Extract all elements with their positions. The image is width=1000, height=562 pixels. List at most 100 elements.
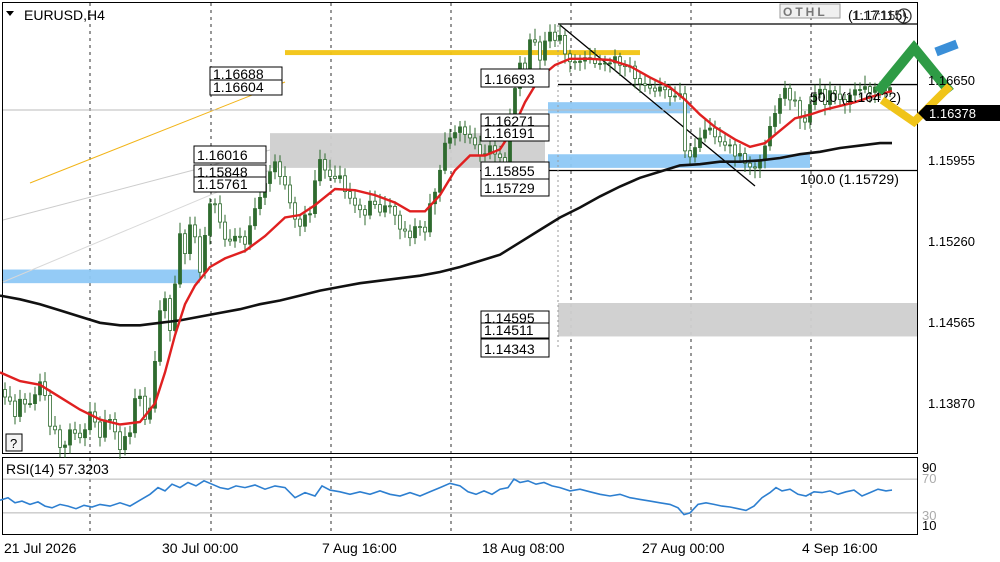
candle-body	[353, 197, 357, 206]
candle-body	[673, 95, 677, 98]
y-tick-label: 1.16650	[928, 73, 975, 88]
chart-symbol-title: EURUSD,H4	[24, 7, 105, 23]
candle-body	[418, 226, 422, 229]
candle-body	[373, 200, 377, 205]
candle-body	[558, 35, 562, 41]
candle-body	[773, 113, 777, 127]
candle-body	[173, 283, 177, 331]
price-box-group-center-low: 1.15855 1.15729	[480, 161, 550, 197]
candle-body	[348, 191, 352, 199]
y-tick-label: 1.15955	[928, 153, 975, 168]
candle-body	[208, 203, 212, 236]
candle-body	[498, 153, 502, 158]
candle-body	[138, 395, 142, 400]
rsi-tick-label: 10	[922, 518, 936, 533]
candle-body	[728, 144, 732, 147]
candle-body	[753, 166, 757, 169]
ma-fast-line	[0, 57, 893, 426]
rsi-axis: 90 70 30 10	[922, 460, 936, 533]
candle-body	[308, 213, 312, 216]
candle-body	[128, 432, 132, 437]
candle-body	[258, 196, 262, 209]
current-price-value: 1.16378	[929, 106, 976, 121]
candle-body	[218, 203, 222, 223]
candle-body	[723, 141, 727, 146]
candle-body	[798, 100, 802, 119]
candle-body	[408, 230, 412, 239]
candle-body	[443, 142, 447, 171]
candle-body	[463, 126, 467, 135]
candle-body	[318, 159, 322, 182]
candle-body	[243, 236, 247, 245]
candle-body	[333, 175, 337, 179]
price-box: 1.14343	[484, 341, 535, 357]
candle-body	[778, 98, 782, 114]
candle-body	[748, 162, 752, 168]
candle-body	[378, 204, 382, 213]
candle-body	[133, 398, 137, 434]
candle-body	[688, 150, 692, 158]
candle-body	[83, 429, 87, 439]
candle-body	[718, 136, 722, 143]
candle-body	[283, 175, 287, 186]
rsi-label: RSI(14) 57.3203	[6, 461, 109, 477]
y-tick-label: 1.15260	[928, 234, 975, 249]
candle-body	[738, 153, 742, 157]
x-tick-label: 18 Aug 08:00	[482, 540, 565, 556]
price-box-group-center-bottom: 1.14595 1.14511 1.14343	[480, 310, 550, 358]
rsi-series	[0, 478, 893, 516]
candle-body	[643, 83, 647, 86]
candles	[3, 24, 892, 459]
candle-body	[233, 235, 237, 242]
time-axis: 21 Jul 2026 30 Jul 00:00 7 Aug 16:00 18 …	[4, 540, 878, 556]
candle-body	[3, 389, 7, 398]
candle-body	[693, 147, 697, 158]
moving-averages	[0, 57, 893, 426]
candle-body	[178, 233, 182, 285]
price-box: 1.15729	[484, 180, 535, 196]
candle-body	[123, 436, 127, 451]
price-box-group-left-mid: 1.16016 1.15848 1.15761	[193, 145, 267, 193]
current-price-tag: 1.16378	[918, 105, 1000, 121]
candle-body	[788, 87, 792, 101]
collapse-arrow-icon[interactable]	[6, 11, 14, 16]
candle-body	[183, 233, 187, 254]
candle-body	[578, 60, 582, 63]
candle-body	[468, 133, 472, 139]
x-tick-label: 27 Aug 00:00	[642, 540, 725, 556]
price-zone	[285, 50, 640, 56]
candle-body	[118, 431, 122, 450]
candle-body	[18, 398, 22, 417]
candle-body	[478, 144, 482, 157]
candle-body	[703, 129, 707, 139]
candle-body	[563, 35, 567, 55]
candle-body	[103, 419, 107, 438]
candle-body	[398, 214, 402, 230]
y-tick-label: 1.13870	[928, 396, 975, 411]
candle-body	[793, 99, 797, 102]
candle-body	[193, 224, 197, 238]
candle-body	[188, 224, 192, 254]
one-click-panel[interactable]: OTHL	[779, 3, 841, 19]
candle-body	[58, 429, 62, 448]
one-click-text: OTHL	[783, 5, 828, 19]
candle-body	[73, 429, 77, 434]
candle-body	[453, 132, 457, 139]
candle-body	[288, 184, 292, 204]
candle-body	[163, 298, 167, 312]
candle-body	[543, 40, 547, 61]
candle-body	[13, 400, 17, 417]
price-box: 1.14511	[484, 322, 534, 338]
candle-body	[603, 62, 607, 65]
price-zone	[548, 102, 690, 114]
candle-body	[648, 85, 652, 89]
candle-body	[223, 221, 227, 240]
candle-body	[238, 235, 242, 238]
candle-body	[368, 200, 372, 216]
candle-body	[423, 226, 427, 233]
rsi-line	[0, 478, 893, 516]
candle-body	[638, 78, 642, 85]
help-button[interactable]: ?	[5, 433, 23, 452]
candle-body	[668, 89, 672, 97]
candle-body	[253, 208, 257, 227]
